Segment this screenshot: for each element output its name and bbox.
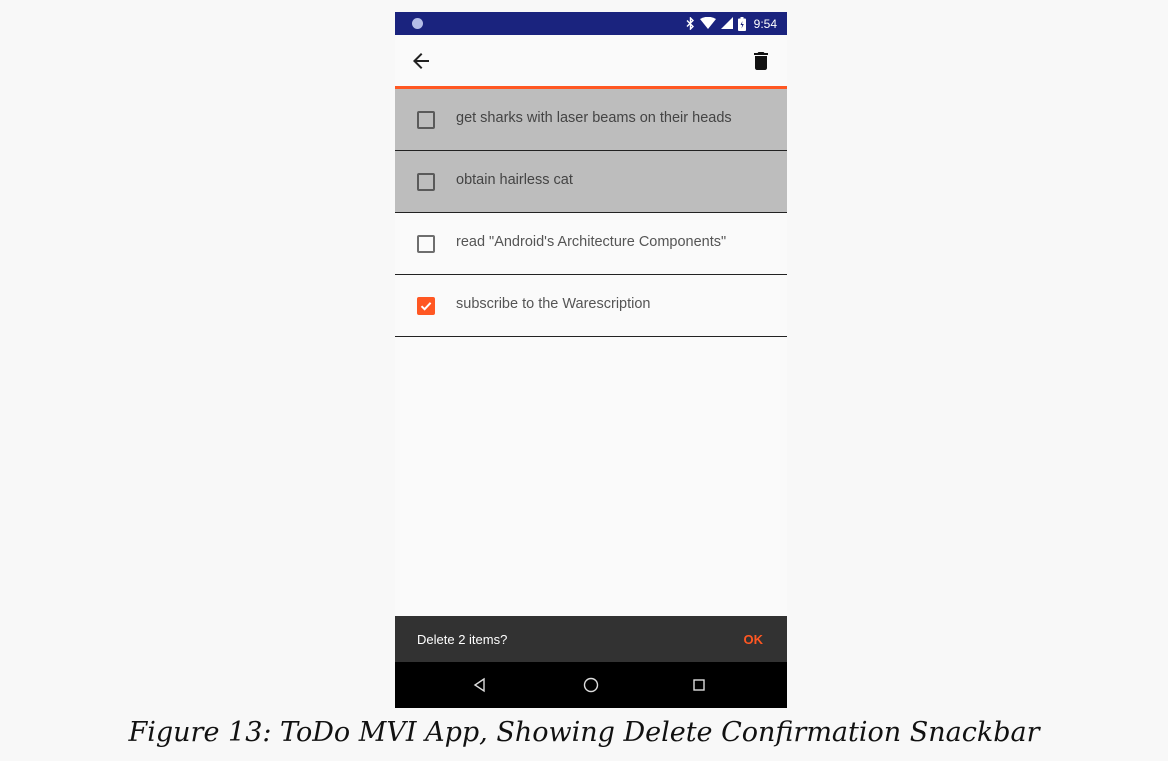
figure-caption: Figure 13: ToDo MVI App, Showing Delete … [128,717,1040,748]
signal-icon [720,17,733,29]
notification-dot-icon [412,18,423,29]
nav-recents-button[interactable] [690,676,708,694]
battery-icon [737,16,746,31]
recents-square-icon [693,679,705,691]
wifi-icon [699,17,716,29]
trash-icon [754,52,768,70]
todo-list: get sharks with laser beams on their hea… [395,89,787,337]
status-bar: 9:54 [395,12,787,35]
item-label: obtain hairless cat [456,172,573,188]
nav-home-button[interactable] [582,676,600,694]
item-label: subscribe to the Warescription [456,296,651,312]
list-item[interactable]: read "Android's Architecture Components" [395,213,787,275]
nav-back-button[interactable] [471,676,489,694]
list-item[interactable]: obtain hairless cat [395,151,787,213]
delete-button[interactable] [749,49,773,73]
item-label: read "Android's Architecture Components" [456,234,727,250]
bluetooth-icon [686,17,694,30]
phone-screen: 9:54 get sharks with laser beams on thei… [395,12,787,708]
snackbar: Delete 2 items? OK [395,616,787,662]
navigation-bar [395,662,787,708]
item-checkbox[interactable] [417,235,435,253]
back-button[interactable] [409,49,433,73]
home-circle-icon [583,677,599,693]
item-checkbox[interactable] [417,173,435,191]
snackbar-ok-button[interactable]: OK [744,632,764,647]
item-checkbox[interactable] [417,297,435,315]
snackbar-message: Delete 2 items? [417,632,508,647]
checkmark-icon [420,302,432,311]
arrow-left-icon [413,53,429,69]
toolbar [395,35,787,89]
item-label: get sharks with laser beams on their hea… [456,110,732,126]
list-item[interactable]: subscribe to the Warescription [395,275,787,337]
status-icons: 9:54 [686,15,777,32]
back-triangle-icon [473,677,485,693]
list-item[interactable]: get sharks with laser beams on their hea… [395,89,787,151]
item-checkbox[interactable] [417,111,435,129]
status-time: 9:54 [753,16,777,31]
